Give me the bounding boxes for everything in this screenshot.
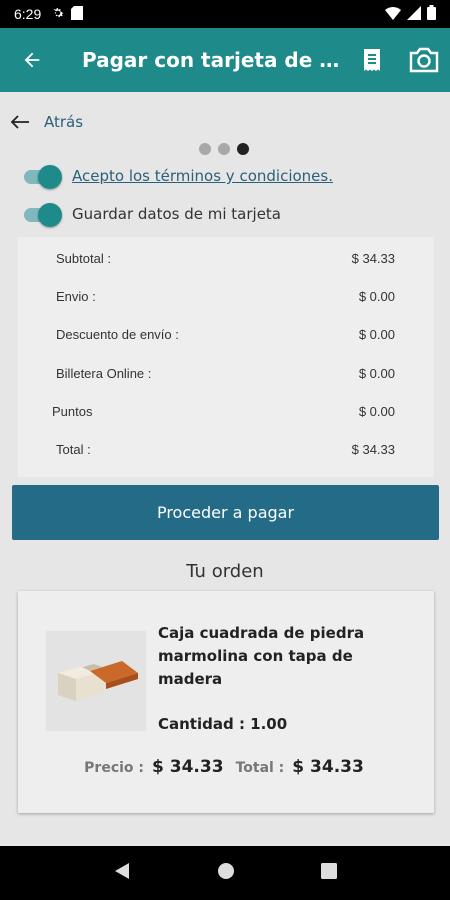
save-card-switch[interactable] bbox=[24, 202, 62, 227]
nav-recents-icon[interactable] bbox=[321, 863, 337, 883]
summary-value: $ 0.00 bbox=[358, 404, 395, 419]
settings-status-icon bbox=[51, 6, 65, 23]
product-image bbox=[46, 631, 146, 731]
camera-button[interactable] bbox=[398, 28, 450, 92]
total-label: Total : bbox=[235, 760, 285, 776]
sd-card-status-icon bbox=[71, 5, 84, 23]
total-value: $ 34.33 bbox=[292, 757, 364, 777]
step-dot-active bbox=[237, 143, 249, 155]
summary-row-subtotal: Subtotal : $ 34.33 bbox=[18, 251, 434, 275]
terms-link[interactable]: Acepto los términos y condiciones. bbox=[72, 167, 333, 185]
receipt-button[interactable] bbox=[346, 28, 398, 92]
summary-label: Billetera Online : bbox=[56, 366, 152, 381]
signal-icon bbox=[407, 5, 421, 23]
order-heading: Tu orden bbox=[186, 561, 264, 582]
summary-label: Puntos bbox=[52, 404, 93, 419]
summary-row-shipping: Envio : $ 0.00 bbox=[18, 289, 434, 313]
receipt-icon bbox=[364, 49, 380, 71]
order-item-card: Caja cuadrada de piedra marmolina con ta… bbox=[18, 591, 434, 813]
summary-label: Descuento de envío : bbox=[56, 327, 179, 342]
terms-toggle-row: Acepto los términos y condiciones. bbox=[24, 164, 333, 189]
save-card-toggle-row: Guardar datos de mi tarjeta bbox=[24, 202, 282, 227]
save-card-label: Guardar datos de mi tarjeta bbox=[72, 205, 282, 223]
summary-value: $ 0.00 bbox=[358, 327, 395, 342]
price-label: Precio : bbox=[84, 760, 145, 776]
summary-row-points: Puntos $ 0.00 bbox=[18, 404, 434, 428]
summary-row-wallet: Billetera Online : $ 0.00 bbox=[18, 366, 434, 390]
step-dot bbox=[218, 143, 230, 155]
summary-row-total: Total : $ 34.33 bbox=[18, 442, 434, 466]
summary-label: Subtotal : bbox=[56, 251, 111, 266]
summary-value: $ 0.00 bbox=[358, 289, 395, 304]
back-arrow-button[interactable] bbox=[0, 28, 64, 92]
back-label: Atrás bbox=[44, 113, 84, 131]
summary-label: Envio : bbox=[56, 289, 96, 304]
system-nav-bar bbox=[0, 846, 450, 900]
page-title: Pagar con tarjeta de C... bbox=[82, 48, 346, 72]
step-indicator bbox=[199, 143, 249, 155]
payment-summary: Subtotal : $ 34.33 Envio : $ 0.00 Descue… bbox=[18, 237, 434, 477]
terms-switch[interactable] bbox=[24, 164, 62, 189]
summary-value: $ 34.33 bbox=[351, 251, 395, 266]
summary-value: $ 0.00 bbox=[358, 366, 395, 381]
price-value: $ 34.33 bbox=[152, 757, 224, 777]
summary-row-shipping-discount: Descuento de envío : $ 0.00 bbox=[18, 327, 434, 351]
price-line: Precio : $ 34.33 Total : $ 34.33 bbox=[18, 757, 434, 777]
camera-icon bbox=[409, 47, 439, 73]
arrow-left-icon bbox=[24, 52, 40, 68]
status-time: 6:29 bbox=[14, 6, 42, 22]
arrow-left-icon bbox=[10, 115, 29, 129]
proceed-to-pay-button[interactable]: Proceder a pagar bbox=[12, 485, 439, 540]
summary-label: Total : bbox=[56, 442, 91, 457]
battery-icon bbox=[427, 5, 436, 23]
nav-back-icon[interactable] bbox=[113, 862, 131, 884]
nav-home-icon[interactable] bbox=[217, 862, 235, 884]
product-name: Caja cuadrada de piedra marmolina con ta… bbox=[158, 624, 365, 688]
wifi-icon bbox=[385, 6, 401, 23]
back-link[interactable]: Atrás bbox=[10, 108, 83, 136]
product-quantity: Cantidad : 1.00 bbox=[158, 715, 288, 733]
step-dot bbox=[199, 143, 211, 155]
summary-value: $ 34.33 bbox=[351, 442, 395, 457]
app-bar: Pagar con tarjeta de C... bbox=[0, 28, 450, 92]
status-bar: 6:29 bbox=[0, 0, 450, 28]
